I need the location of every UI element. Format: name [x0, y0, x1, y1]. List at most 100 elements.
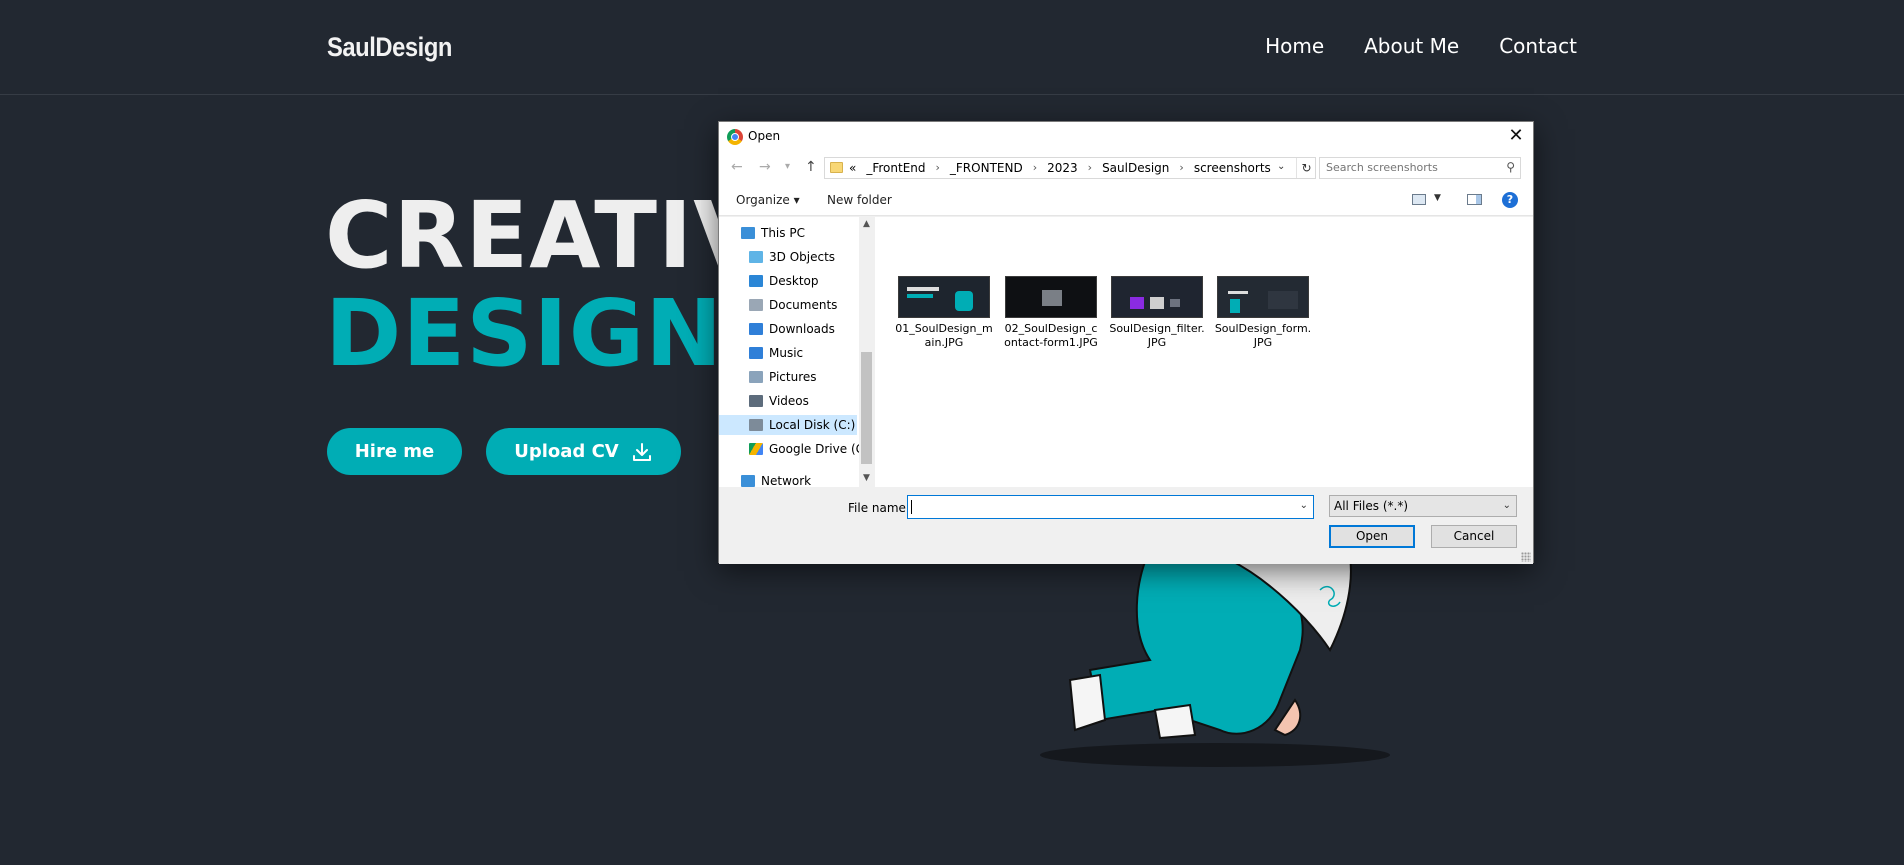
- upload-cv-button[interactable]: Upload CV: [486, 428, 681, 475]
- chrome-icon: [727, 129, 743, 145]
- file-thumbnail: [1005, 276, 1097, 318]
- file-name-label: File name:: [848, 501, 910, 515]
- desktop-icon: [749, 275, 763, 287]
- address-bar[interactable]: « _FrontEnd › _FRONTEND › 2023 › SaulDes…: [824, 157, 1316, 179]
- file-item[interactable]: 01_SoulDesign_main.JPG: [895, 276, 993, 350]
- new-folder-button[interactable]: New folder: [827, 193, 892, 207]
- file-type-value: All Files (*.*): [1334, 499, 1409, 513]
- close-icon[interactable]: ✕: [1505, 125, 1527, 147]
- music-icon: [749, 347, 763, 359]
- scroll-thumb[interactable]: [861, 352, 872, 464]
- address-row: ← → ▾ ↑ « _FrontEnd › _FRONTEND › 2023 ›…: [719, 150, 1533, 184]
- nav-scrollbar[interactable]: ▲ ▼: [859, 217, 874, 487]
- nav-item-label: Desktop: [769, 274, 819, 288]
- site-logo[interactable]: SaulDesign: [327, 32, 452, 63]
- nav-item-label: Google Drive (G:: [769, 442, 869, 456]
- dialog-title: Open: [748, 129, 781, 143]
- search-box[interactable]: ⚲: [1319, 157, 1521, 179]
- nav-home[interactable]: Home: [1265, 34, 1324, 58]
- open-button[interactable]: Open: [1329, 525, 1415, 548]
- download-icon: [632, 442, 651, 461]
- upload-cv-label: Upload CV: [514, 441, 619, 462]
- nav-item-pictures[interactable]: Pictures: [719, 367, 857, 387]
- preview-pane-icon[interactable]: [1467, 194, 1482, 205]
- address-dropdown-icon[interactable]: ⌄: [1277, 161, 1285, 172]
- file-type-select[interactable]: All Files (*.*) ⌄: [1329, 495, 1517, 517]
- downloads-icon: [749, 323, 763, 335]
- forward-arrow-icon[interactable]: →: [759, 159, 771, 175]
- breadcrumb: « _FrontEnd › _FRONTEND › 2023 › SaulDes…: [849, 161, 1271, 175]
- resize-grip-icon[interactable]: [1521, 552, 1531, 562]
- network-icon: [741, 475, 755, 487]
- nav-item-3d-objects[interactable]: 3D Objects: [719, 247, 857, 267]
- breadcrumb-separator-icon: ›: [1179, 161, 1184, 174]
- nav-item-local-disk[interactable]: Local Disk (C:): [719, 415, 857, 435]
- nav-item-label: Downloads: [769, 322, 835, 336]
- navigation-pane: This PC 3D Objects Desktop Documents Dow…: [719, 217, 874, 487]
- organize-button[interactable]: Organize ▾: [736, 193, 800, 207]
- nav-item-music[interactable]: Music: [719, 343, 857, 363]
- documents-icon: [749, 299, 763, 311]
- text-caret: [911, 500, 912, 514]
- help-icon[interactable]: ?: [1502, 192, 1518, 208]
- file-type-dropdown-icon: ⌄: [1502, 500, 1511, 511]
- breadcrumb-separator-icon: ›: [1087, 161, 1093, 174]
- pictures-icon: [749, 371, 763, 383]
- hire-me-button[interactable]: Hire me: [327, 428, 462, 475]
- refresh-icon[interactable]: ↻: [1296, 158, 1316, 178]
- folder-icon: [830, 162, 843, 173]
- scroll-up-icon[interactable]: ▲: [859, 219, 874, 229]
- up-arrow-icon[interactable]: ↑: [805, 159, 817, 175]
- file-item[interactable]: SoulDesign_filter.JPG: [1108, 276, 1206, 350]
- cancel-button[interactable]: Cancel: [1431, 525, 1517, 548]
- videos-icon: [749, 395, 763, 407]
- file-item[interactable]: 02_SoulDesign_contact-form1.JPG: [1002, 276, 1100, 350]
- back-arrow-icon[interactable]: ←: [731, 159, 743, 175]
- breadcrumb-2023[interactable]: 2023: [1047, 161, 1078, 175]
- nav-item-network[interactable]: Network: [719, 471, 857, 487]
- nav-item-this-pc[interactable]: This PC: [719, 223, 857, 243]
- change-view-icon[interactable]: [1412, 194, 1426, 205]
- file-thumbnail: [1111, 276, 1203, 318]
- nav-item-label: Music: [769, 346, 804, 360]
- file-name: 02_SoulDesign_contact-form1.JPG: [1004, 322, 1098, 349]
- file-name-dropdown-icon[interactable]: ⌄: [1300, 500, 1308, 511]
- file-name: SoulDesign_filter.JPG: [1109, 322, 1205, 349]
- file-list: 01_SoulDesign_main.JPG 02_SoulDesign_con…: [875, 217, 1533, 487]
- breadcrumb-frontend-upper[interactable]: _FRONTEND: [950, 161, 1023, 175]
- file-name: 01_SoulDesign_main.JPG: [895, 322, 993, 349]
- recent-locations-chevron-icon[interactable]: ▾: [785, 161, 790, 172]
- file-thumbnail: [1217, 276, 1309, 318]
- breadcrumb-sauldesign[interactable]: SaulDesign: [1102, 161, 1169, 175]
- nav-item-google-drive[interactable]: Google Drive (G:: [719, 439, 869, 459]
- view-options-chevron-icon[interactable]: ▼: [1434, 193, 1441, 203]
- nav-item-label: This PC: [761, 226, 805, 240]
- nav-item-documents[interactable]: Documents: [719, 295, 857, 315]
- nav-item-videos[interactable]: Videos: [719, 391, 857, 411]
- dialog-titlebar: Open ✕: [719, 122, 1533, 150]
- nav-item-label: Local Disk (C:): [769, 418, 856, 432]
- hire-me-label: Hire me: [354, 441, 435, 462]
- nav-contact[interactable]: Contact: [1499, 34, 1577, 58]
- google-drive-icon: [749, 443, 763, 455]
- nav-item-desktop[interactable]: Desktop: [719, 271, 857, 291]
- dialog-toolbar: Organize ▾ New folder ▼ ?: [719, 184, 1533, 216]
- file-item[interactable]: SoulDesign_form.JPG: [1214, 276, 1312, 350]
- scroll-down-icon[interactable]: ▼: [859, 473, 874, 483]
- breadcrumb-frontend[interactable]: _FrontEnd: [866, 161, 925, 175]
- nav-item-downloads[interactable]: Downloads: [719, 319, 857, 339]
- breadcrumb-screenshorts[interactable]: screenshorts: [1194, 161, 1271, 175]
- open-file-dialog: Open ✕ ← → ▾ ↑ « _FrontEnd › _FRONTEND ›…: [718, 121, 1534, 564]
- disk-icon: [749, 419, 763, 431]
- search-input[interactable]: [1326, 161, 1496, 174]
- nav-item-label: Pictures: [769, 370, 817, 384]
- breadcrumb-separator-icon: ›: [1032, 161, 1038, 174]
- nav-item-label: 3D Objects: [769, 250, 836, 264]
- main-nav: Home About Me Contact: [1265, 34, 1577, 58]
- breadcrumb-overflow[interactable]: «: [849, 161, 856, 175]
- nav-item-label: Documents: [769, 298, 838, 312]
- search-icon: ⚲: [1506, 160, 1515, 174]
- file-name-input[interactable]: ⌄: [907, 495, 1314, 519]
- cube-icon: [749, 251, 763, 263]
- nav-about-me[interactable]: About Me: [1364, 34, 1459, 58]
